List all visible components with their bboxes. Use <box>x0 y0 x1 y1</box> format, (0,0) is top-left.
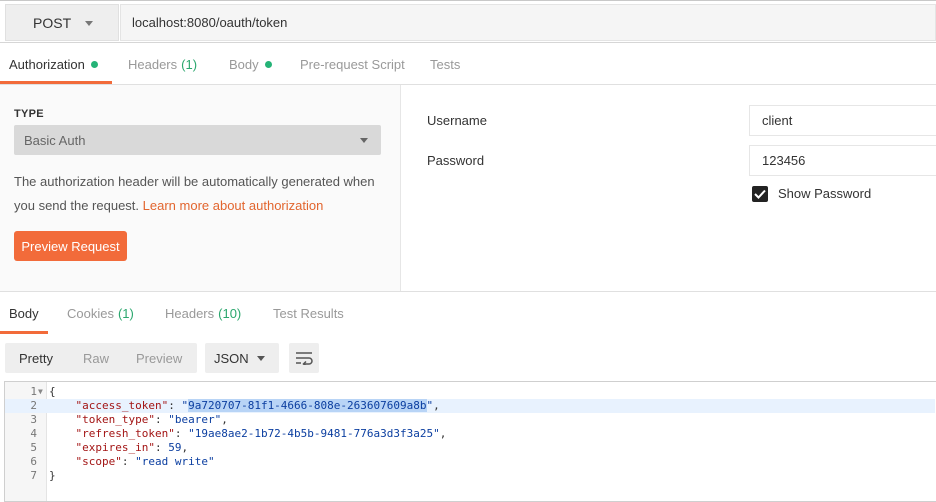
json-value: "bearer" <box>168 413 222 426</box>
fold-toggle-icon[interactable]: ▼ <box>38 385 43 399</box>
chevron-down-icon <box>85 21 93 26</box>
auth-type-select[interactable]: Basic Auth <box>14 125 381 155</box>
json-value: "read write" <box>135 455 215 468</box>
tab-authorization[interactable]: Authorization <box>9 43 98 85</box>
auth-type-value: Basic Auth <box>24 132 86 148</box>
code-line: 5 "expires_in": 59, <box>5 441 935 455</box>
format-value: JSON <box>214 350 249 366</box>
chevron-down-icon <box>360 138 368 143</box>
tab-pre-request-label: Pre-request Script <box>300 56 405 72</box>
tab-headers[interactable]: Headers (1) <box>128 43 197 85</box>
code-line: 7 } <box>5 469 935 483</box>
tab-headers-label: Headers <box>128 56 178 72</box>
code-line: 3 "token_type": "bearer", <box>5 413 935 427</box>
line-number: 3 <box>30 413 37 426</box>
tab-response-body[interactable]: Body <box>9 292 39 334</box>
tab-test-results[interactable]: Test Results <box>273 292 344 334</box>
line-number: 5 <box>30 441 37 454</box>
tab-pre-request-script[interactable]: Pre-request Script <box>300 43 405 85</box>
tab-response-headers-label: Headers <box>165 305 215 321</box>
tab-headers-count: (1) <box>181 56 198 72</box>
status-dot-icon <box>264 60 272 68</box>
method-select[interactable]: POST <box>5 4 119 41</box>
auth-description: The authorization header will be automat… <box>14 170 384 218</box>
active-tab-indicator <box>0 81 112 84</box>
line-number: 1 <box>30 385 37 398</box>
view-mode-selector: Pretty Raw Preview <box>5 343 197 373</box>
tab-test-results-label: Test Results <box>273 305 344 321</box>
type-label: TYPE <box>14 108 44 120</box>
tab-response-headers[interactable]: Headers (10) <box>165 292 241 334</box>
username-label: Username <box>427 113 487 128</box>
code-line: 6 "scope": "read write" <box>5 455 935 469</box>
json-key: "access_token" <box>75 399 169 412</box>
json-key: "scope" <box>75 455 122 468</box>
format-select[interactable]: JSON <box>205 343 279 373</box>
chevron-down-icon <box>257 356 265 361</box>
tab-cookies-count: (1) <box>117 305 134 321</box>
status-dot-icon <box>90 60 98 68</box>
line-number: 2 <box>30 399 37 412</box>
learn-more-link[interactable]: Learn more about authorization <box>143 198 324 213</box>
tab-response-headers-count: (10) <box>218 305 242 321</box>
json-value: "19ae8ae2-1b72-4b5b-9481-776a3d3f3a25" <box>188 427 440 440</box>
password-field[interactable]: 123456 <box>749 145 936 176</box>
password-label: Password <box>427 153 485 168</box>
json-key: "refresh_token" <box>75 427 175 440</box>
response-body-viewer[interactable]: 1 ▼ { 2 "access_token": "9a720707-81f1-4… <box>4 381 936 502</box>
json-key: "expires_in" <box>75 441 155 454</box>
tab-cookies[interactable]: Cookies (1) <box>67 292 134 334</box>
view-pretty-button[interactable]: Pretty <box>19 343 53 373</box>
preview-request-button[interactable]: Preview Request <box>14 231 127 261</box>
show-password-checkbox[interactable] <box>752 186 768 202</box>
url-bar: POST localhost:8080/oauth/token <box>0 0 936 43</box>
code-line: 4 "refresh_token": "19ae8ae2-1b72-4b5b-9… <box>5 427 935 441</box>
tab-response-body-label: Body <box>9 305 39 321</box>
wrap-icon <box>296 352 313 365</box>
checkmark-icon <box>754 189 766 199</box>
response-toolbar: Pretty Raw Preview JSON <box>0 334 936 380</box>
auth-type-panel: TYPE Basic Auth The authorization header… <box>0 85 401 291</box>
line-number: 6 <box>30 455 37 468</box>
selected-access-token: 9a720707-81f1-4666-808e-263607609a8b <box>188 399 427 412</box>
line-number: 7 <box>30 469 37 482</box>
json-value: 59 <box>168 441 182 454</box>
url-input[interactable]: localhost:8080/oauth/token <box>120 4 936 41</box>
request-tabs: Authorization Headers (1) Body Pre-reque… <box>0 43 936 85</box>
tab-body[interactable]: Body <box>229 43 272 85</box>
tab-tests-label: Tests <box>430 56 461 72</box>
method-label: POST <box>33 14 72 31</box>
line-number: 4 <box>30 427 37 440</box>
wrap-lines-button[interactable] <box>289 343 319 373</box>
tab-cookies-label: Cookies <box>67 305 114 321</box>
view-preview-button[interactable]: Preview <box>136 343 182 373</box>
auth-credentials-panel: Username client Password 123456 Show Pas… <box>402 85 936 291</box>
json-key: "token_type" <box>75 413 155 426</box>
view-raw-button[interactable]: Raw <box>83 343 109 373</box>
response-tabs: Body Cookies (1) Headers (10) Test Resul… <box>0 291 936 334</box>
code-line: 2 "access_token": "9a720707-81f1-4666-80… <box>5 399 935 413</box>
code-line: 1 ▼ { <box>5 385 935 399</box>
show-password-label: Show Password <box>778 186 872 201</box>
tab-authorization-label: Authorization <box>9 56 85 72</box>
username-field[interactable]: client <box>749 105 936 136</box>
tab-tests[interactable]: Tests <box>430 43 460 85</box>
tab-body-label: Body <box>229 56 259 72</box>
